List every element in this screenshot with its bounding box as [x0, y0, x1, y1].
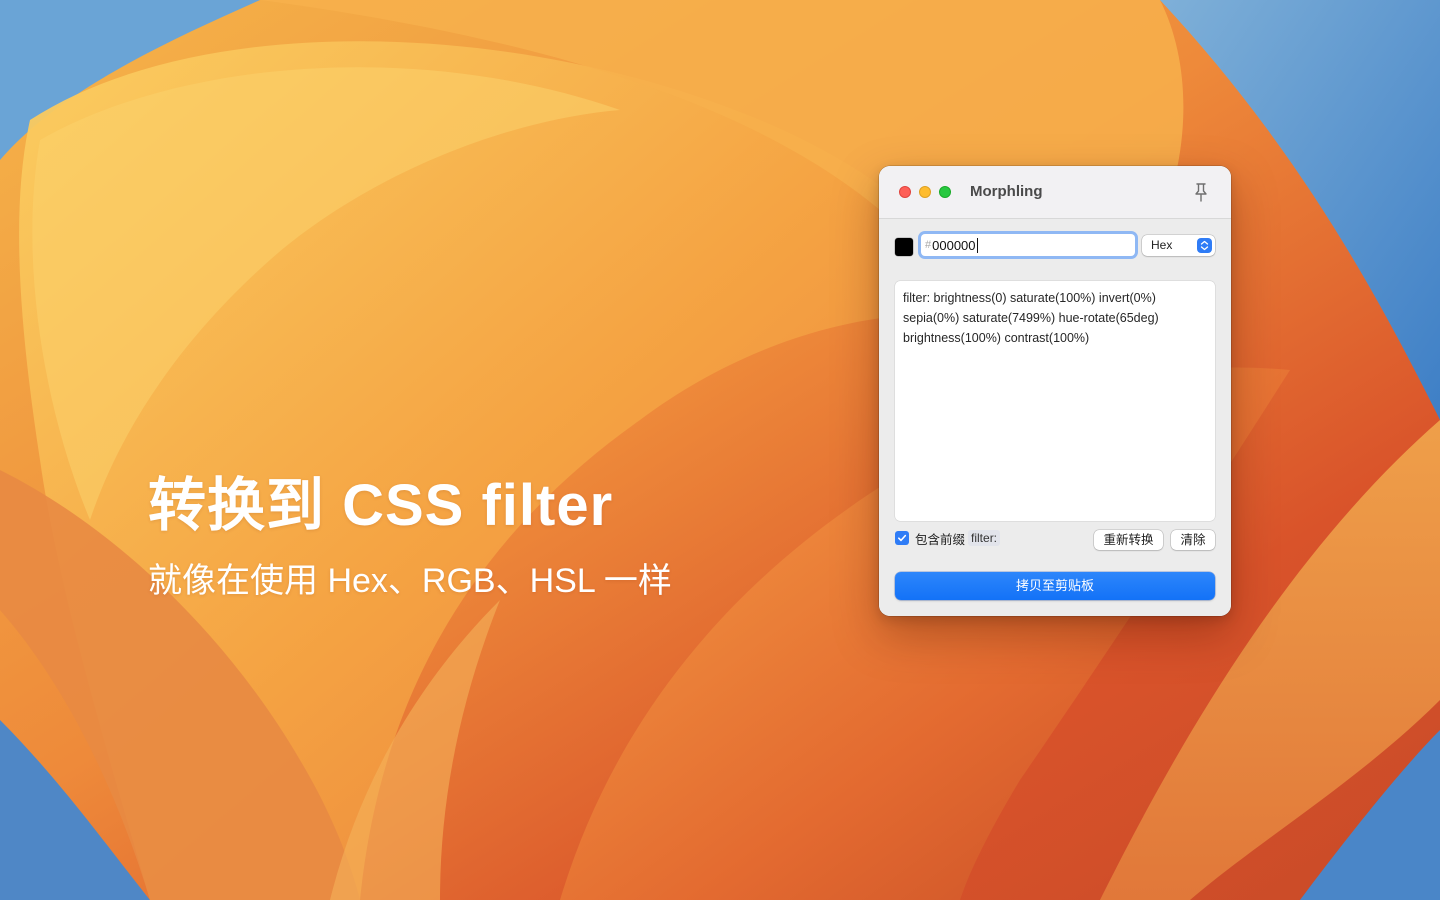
- pin-icon[interactable]: [1191, 181, 1211, 203]
- prefix-code: filter:: [968, 530, 1001, 546]
- minimize-button[interactable]: [919, 186, 931, 198]
- filter-output-textarea[interactable]: filter: brightness(0) saturate(100%) inv…: [895, 281, 1215, 521]
- window-titlebar[interactable]: Morphling: [879, 166, 1231, 219]
- zoom-button[interactable]: [939, 186, 951, 198]
- window-content: # 000000 Hex filter: brightness(0) satur…: [879, 219, 1231, 616]
- checkmark-icon: [898, 534, 907, 542]
- reconvert-button[interactable]: 重新转换: [1094, 530, 1163, 550]
- hash-prefix: #: [925, 239, 932, 251]
- select-arrows-icon: [1197, 238, 1212, 253]
- format-select[interactable]: Hex: [1142, 235, 1215, 256]
- clear-button[interactable]: 清除: [1171, 530, 1215, 550]
- copy-to-clipboard-button[interactable]: 拷贝至剪贴板: [895, 572, 1215, 600]
- format-select-value: Hex: [1151, 238, 1173, 252]
- morphling-window: Morphling # 000000 Hex filter: brightnes…: [879, 166, 1231, 616]
- promo-title: 转换到 CSS filter: [148, 473, 614, 538]
- include-prefix-checkbox[interactable]: [895, 531, 909, 545]
- color-value-input[interactable]: # 000000: [921, 234, 1135, 256]
- desktop: 转换到 CSS filter 就像在使用 Hex、RGB、HSL 一样 Morp…: [0, 0, 1440, 900]
- include-prefix-label: 包含前缀: [915, 532, 966, 547]
- color-value-text: 000000: [932, 237, 976, 253]
- include-prefix-row: 包含前缀 filter:: [895, 527, 1001, 549]
- promo-subtitle: 就像在使用 Hex、RGB、HSL 一样: [148, 562, 672, 600]
- color-swatch[interactable]: [895, 238, 913, 256]
- window-title: Morphling: [970, 183, 1043, 200]
- text-caret: [976, 237, 978, 253]
- close-button[interactable]: [899, 186, 911, 198]
